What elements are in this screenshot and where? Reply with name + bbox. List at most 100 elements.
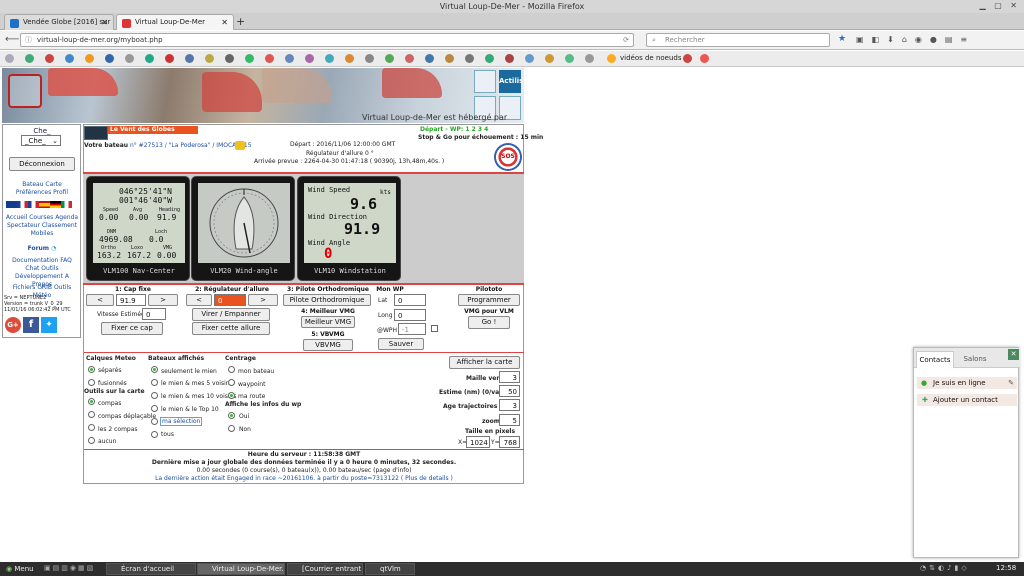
bookmark-icon[interactable] <box>285 54 294 63</box>
sidebar-menu-boat[interactable]: Bateau Carte Préférences Profil <box>5 181 79 197</box>
zoom-input[interactable]: 5 <box>499 414 520 426</box>
bookmark-icon[interactable] <box>25 54 34 63</box>
facebook-icon[interactable]: f <box>23 317 39 333</box>
bookmark-icon[interactable] <box>585 54 594 63</box>
race-thumbnail[interactable] <box>84 126 108 140</box>
task-vlm[interactable]: Virtual Loup-De-Mer... <box>197 563 285 575</box>
bookmark-icon[interactable] <box>65 54 74 63</box>
cap-decrease-button[interactable]: < <box>86 294 114 306</box>
bookmark-star-icon[interactable]: ★ <box>838 34 846 44</box>
start-menu[interactable]: ◉ Menu <box>6 563 34 575</box>
back-icon[interactable]: ⟵ <box>5 34 19 45</box>
bookmark-icon[interactable] <box>465 54 474 63</box>
bateaux-tous-radio[interactable] <box>151 431 158 438</box>
infos-oui-radio[interactable] <box>228 412 235 419</box>
race-name[interactable]: Le Vent des Globes (20801nm) <box>108 126 198 141</box>
bookmark-icon[interactable] <box>245 54 254 63</box>
estime-input[interactable]: 50 <box>499 385 520 397</box>
close-icon[interactable]: ✕ <box>101 18 108 27</box>
task-courrier[interactable]: [Courrier entrant - le... <box>287 563 363 575</box>
infos-non-radio[interactable] <box>228 425 235 432</box>
window-controls[interactable]: ▁ ▢ ✕ <box>980 1 1021 10</box>
cap-input[interactable]: 91.9 <box>116 294 146 306</box>
wph-checkbox[interactable] <box>431 325 438 332</box>
bookmark-icon[interactable] <box>505 54 514 63</box>
bateaux-mien-radio[interactable] <box>151 366 158 373</box>
bookmark-icon[interactable] <box>45 54 54 63</box>
bookmark-icon[interactable] <box>405 54 414 63</box>
thumbnail-icon[interactable] <box>474 70 496 93</box>
bateaux-selection-radio[interactable] <box>151 418 158 425</box>
bookmark-icon[interactable] <box>525 54 534 63</box>
chat-tab-salons[interactable]: Salons <box>957 351 993 368</box>
age-input[interactable]: 3 <box>499 399 520 411</box>
calques-fusionnes-radio[interactable] <box>88 379 95 386</box>
close-icon[interactable]: ✕ <box>1008 349 1019 360</box>
bookmark-icon[interactable] <box>545 54 554 63</box>
toolbar-icons[interactable]: ▣◧⬇⌂◉●▤≡ <box>856 35 1016 45</box>
twitter-icon[interactable]: ✦ <box>41 317 57 333</box>
system-tray-icons[interactable]: ◔⇅◐♪▮◇ <box>920 564 990 574</box>
wind-angle-instrument[interactable]: VLM20 Wind-angle <box>191 176 295 281</box>
wph-input[interactable]: -1 <box>398 323 426 335</box>
show-map-button[interactable]: Afficher la carte <box>449 356 520 369</box>
sidebar-menu-races[interactable]: Accueil Courses Agenda Spectateur Classe… <box>5 214 79 238</box>
task-accueil[interactable]: Écran d'accueil <box>106 563 196 575</box>
bookmark-icon[interactable] <box>85 54 94 63</box>
race-waypoints[interactable]: Départ - WP: 1 2 3 4 <box>420 126 488 133</box>
calques-separes-radio[interactable] <box>88 366 95 373</box>
bookmark-icon[interactable] <box>325 54 334 63</box>
reg-decrease-button[interactable]: < <box>186 294 212 306</box>
wp-lat-input[interactable]: 0 <box>394 294 426 306</box>
bookmark-icon[interactable] <box>385 54 394 63</box>
bookmark-icon[interactable] <box>365 54 374 63</box>
fix-cap-button[interactable]: Fixer ce cap <box>101 322 163 335</box>
bookmark-icon[interactable] <box>185 54 194 63</box>
best-vmg-button[interactable]: Meilleur VMG <box>301 316 355 328</box>
sidebar-forum[interactable]: Forum ◔ <box>5 245 79 253</box>
bateaux-10-radio[interactable] <box>151 392 158 399</box>
search-input[interactable]: ⌕ Rechercher <box>646 33 830 47</box>
sponsor-logo[interactable]: Actilis <box>499 70 523 93</box>
centrage-bateau-radio[interactable] <box>228 366 235 373</box>
user-select[interactable]: _Che_ ⌄ <box>21 135 61 146</box>
google-plus-icon[interactable]: G+ <box>5 317 21 333</box>
reg-input[interactable]: 0 <box>214 294 246 306</box>
sos-button[interactable]: SOS <box>494 143 522 171</box>
bookmark-link[interactable]: vidéos de noeuds <box>620 54 682 62</box>
bookmark-icon[interactable] <box>345 54 354 63</box>
bookmark-icon[interactable] <box>425 54 434 63</box>
outil-compas-radio[interactable] <box>88 398 95 405</box>
chat-status-online[interactable]: ● Je suis en ligne ✎ <box>917 377 1017 389</box>
new-tab-icon[interactable]: + <box>236 15 245 28</box>
height-input[interactable]: 768 <box>499 436 520 448</box>
bookmark-icon[interactable] <box>445 54 454 63</box>
bookmark-icon[interactable] <box>165 54 174 63</box>
nav-center-instrument[interactable]: 046°25'41"N 001°46'40"W Speed Avg Headin… <box>86 176 190 281</box>
tab-vlm[interactable]: Virtual Loup-De-Mer ✕ <box>116 14 234 30</box>
bateaux-selection-label[interactable]: ma sélection <box>160 417 203 426</box>
reg-increase-button[interactable]: > <box>248 294 278 306</box>
bateaux-5-radio[interactable] <box>151 379 158 386</box>
go-button[interactable]: Go ! <box>468 316 510 329</box>
vbvmg-button[interactable]: VBVMG <box>303 339 353 351</box>
centrage-wp-radio[interactable] <box>228 379 235 386</box>
fix-allure-button[interactable]: Fixer cette allure <box>192 322 270 335</box>
reload-icon[interactable]: ⟳ <box>623 34 629 46</box>
quick-launch-icons[interactable]: ▣▤▥◉▦▧ <box>44 564 104 574</box>
task-qtvlm[interactable]: qtVlm <box>365 563 415 575</box>
bookmark-icon[interactable] <box>145 54 154 63</box>
language-flags[interactable] <box>6 201 79 208</box>
bookmark-icon[interactable] <box>205 54 214 63</box>
bookmark-icon[interactable] <box>700 54 709 63</box>
bookmark-icon[interactable] <box>305 54 314 63</box>
maille-input[interactable]: 3 <box>499 371 520 383</box>
chat-tab-contacts[interactable]: Contacts <box>916 351 954 368</box>
cap-increase-button[interactable]: > <box>148 294 178 306</box>
bookmark-icon[interactable] <box>125 54 134 63</box>
mail-icon[interactable] <box>235 141 245 150</box>
outil-2compas-radio[interactable] <box>88 424 95 431</box>
bookmark-icon[interactable] <box>5 54 14 63</box>
url-bar[interactable]: ⓘ virtual-loup-de-mer.org/myboat.php ⟳ <box>20 33 634 47</box>
close-icon[interactable]: ✕ <box>221 18 228 27</box>
